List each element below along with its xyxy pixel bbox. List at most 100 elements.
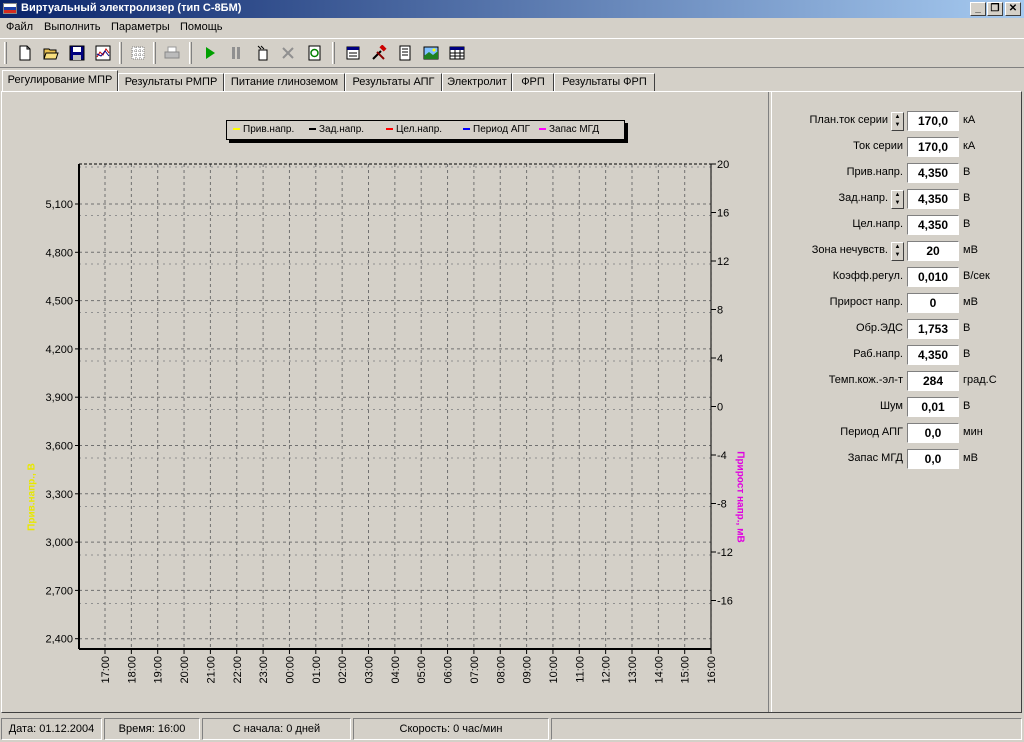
- y-tick-label-left: 3,000: [45, 537, 73, 549]
- param-row: Прирост напр. 0 мВ: [772, 293, 1022, 313]
- param-value-field[interactable]: 4,350: [907, 163, 959, 183]
- param-label: Зад.напр.: [838, 192, 888, 204]
- spin-down-icon[interactable]: ▼: [892, 251, 903, 259]
- param-value-field[interactable]: 20: [907, 241, 959, 261]
- y-tick-label-right: -8: [717, 499, 727, 511]
- x-tick-label: 14:00: [653, 656, 665, 684]
- step-icon[interactable]: [250, 42, 273, 64]
- param-row: План.ток серии ▲ ▼ 170,0 кА: [772, 111, 1022, 131]
- y-tick-label-left: 3,300: [45, 489, 73, 501]
- minimize-button[interactable]: _: [970, 2, 986, 16]
- param-value-field[interactable]: 0,0: [907, 449, 959, 469]
- grid-icon[interactable]: [126, 42, 149, 64]
- tab-page: Прив.напр. Зад.напр. Цел.напр. Период АП…: [1, 91, 1022, 713]
- x-tick-label: 03:00: [364, 656, 376, 684]
- tools-icon[interactable]: [367, 42, 390, 64]
- menu-file[interactable]: Файл: [6, 21, 33, 33]
- param-unit: В: [963, 348, 971, 360]
- spin-up-icon[interactable]: ▲: [892, 191, 903, 199]
- spin-down-icon[interactable]: ▼: [892, 199, 903, 207]
- x-tick-label: 02:00: [337, 656, 349, 684]
- param-unit: кА: [963, 140, 976, 152]
- spin-up-icon[interactable]: ▲: [892, 243, 903, 251]
- toolbar-separator: [119, 42, 122, 64]
- param-row: Запас МГД 0,0 мВ: [772, 449, 1022, 469]
- param-unit: мин: [963, 426, 983, 438]
- close-button[interactable]: ✕: [1005, 2, 1021, 16]
- stop-icon[interactable]: [276, 42, 299, 64]
- menu-help[interactable]: Помощь: [180, 21, 223, 33]
- param-label: Прирост напр.: [829, 296, 903, 308]
- param-value-field[interactable]: 170,0: [907, 111, 959, 131]
- param-value-field[interactable]: 170,0: [907, 137, 959, 157]
- param-label: Коэфф.регул.: [832, 270, 903, 282]
- spin-down-icon[interactable]: ▼: [892, 121, 903, 129]
- x-tick-label: 04:00: [390, 656, 402, 684]
- param-label: Цел.напр.: [852, 218, 903, 230]
- x-tick-label: 08:00: [495, 656, 507, 684]
- y-tick-label-left: 4,800: [45, 247, 73, 259]
- spin-buttons[interactable]: ▲ ▼: [891, 112, 904, 131]
- app-flag-icon: [3, 3, 17, 14]
- image-icon[interactable]: [419, 42, 442, 64]
- x-tick-label: 11:00: [574, 656, 586, 683]
- y-tick-label-right: 20: [717, 159, 729, 171]
- document-icon[interactable]: [393, 42, 416, 64]
- param-value-field[interactable]: 0,010: [907, 267, 959, 287]
- x-tick-label: 12:00: [601, 656, 613, 684]
- spin-buttons[interactable]: ▲ ▼: [891, 242, 904, 261]
- tab-alumina-feeding[interactable]: Питание глиноземом: [224, 73, 345, 91]
- tab-rmpr-results[interactable]: Результаты РМПР: [118, 73, 224, 91]
- param-value-field[interactable]: 4,350: [907, 215, 959, 235]
- x-tick-label: 22:00: [232, 656, 244, 684]
- param-row: Ток серии 170,0 кА: [772, 137, 1022, 157]
- tab-mpr-regulation[interactable]: Регулирование МПР: [2, 70, 118, 91]
- param-row: Шум 0,01 В: [772, 397, 1022, 417]
- menu-params[interactable]: Параметры: [111, 21, 170, 33]
- param-row: Период АПГ 0,0 мин: [772, 423, 1022, 443]
- param-unit: В: [963, 322, 971, 334]
- refresh-icon[interactable]: [302, 42, 325, 64]
- print-icon[interactable]: [160, 42, 183, 64]
- table-icon[interactable]: [445, 42, 468, 64]
- param-row: Зад.напр. ▲ ▼ 4,350 В: [772, 189, 1022, 209]
- tab-strip: Регулирование МПР Результаты РМПР Питани…: [0, 70, 1024, 92]
- save-icon[interactable]: [65, 42, 88, 64]
- param-unit: мВ: [963, 452, 978, 464]
- x-tick-label: 13:00: [627, 656, 639, 684]
- param-label: Раб.напр.: [853, 348, 903, 360]
- param-value-field[interactable]: 4,350: [907, 345, 959, 365]
- chart-icon[interactable]: [91, 42, 114, 64]
- restore-button[interactable]: ❐: [987, 2, 1003, 16]
- param-value-field[interactable]: 1,753: [907, 319, 959, 339]
- menu-run[interactable]: Выполнить: [44, 21, 100, 33]
- new-icon[interactable]: [13, 42, 36, 64]
- param-label: Период АПГ: [840, 426, 903, 438]
- pause-icon[interactable]: [224, 42, 247, 64]
- param-value-field[interactable]: 0,0: [907, 423, 959, 443]
- play-icon[interactable]: [198, 42, 221, 64]
- x-tick-label: 09:00: [522, 656, 534, 684]
- param-value-field[interactable]: 0,01: [907, 397, 959, 417]
- param-value-field[interactable]: 0: [907, 293, 959, 313]
- param-unit: В/сек: [963, 270, 990, 282]
- status-speed: Скорость: 0 час/мин: [353, 718, 549, 740]
- param-value-field[interactable]: 4,350: [907, 189, 959, 209]
- tab-apg-results[interactable]: Результаты АПГ: [345, 73, 442, 91]
- tab-frp-results[interactable]: Результаты ФРП: [554, 73, 655, 91]
- param-unit: мВ: [963, 296, 978, 308]
- spin-up-icon[interactable]: ▲: [892, 113, 903, 121]
- calc-icon[interactable]: [341, 42, 364, 64]
- tab-frp[interactable]: ФРП: [512, 73, 554, 91]
- tab-electrolyte[interactable]: Электролит: [442, 73, 512, 91]
- param-unit: кА: [963, 114, 976, 126]
- x-tick-label: 19:00: [153, 656, 165, 684]
- param-value-field[interactable]: 284: [907, 371, 959, 391]
- status-extra: [551, 718, 1022, 740]
- x-tick-label: 01:00: [311, 656, 323, 684]
- window-title: Виртуальный электролизер (тип С-8БМ): [21, 2, 242, 14]
- y-tick-label-left: 3,600: [45, 441, 73, 453]
- y-tick-label-right: -16: [717, 596, 733, 608]
- open-icon[interactable]: [39, 42, 62, 64]
- spin-buttons[interactable]: ▲ ▼: [891, 190, 904, 209]
